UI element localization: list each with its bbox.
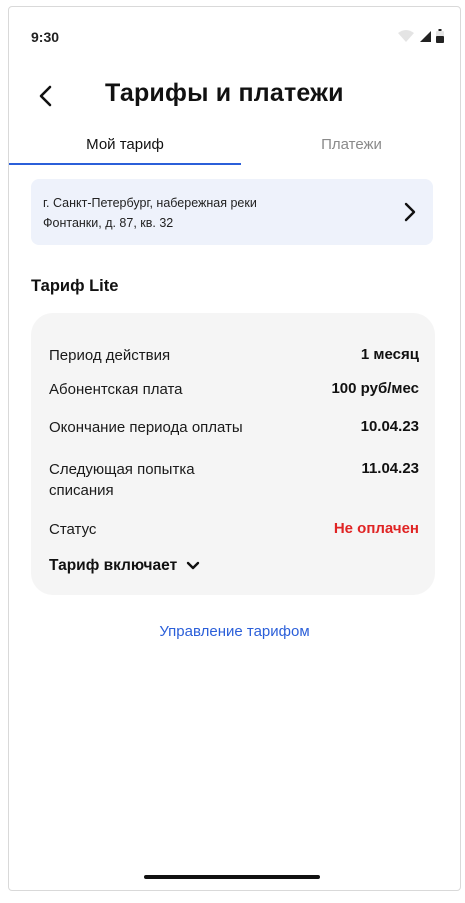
chevron-right-icon (404, 202, 416, 222)
active-tab-indicator (9, 163, 241, 165)
battery-icon (436, 29, 444, 43)
manage-tariff-link[interactable]: Управление тарифом (9, 623, 460, 640)
page-title: Тарифы и платежи (105, 79, 344, 107)
tariff-includes-toggle[interactable]: Тариф включает (49, 557, 201, 575)
row-value: 11.04.23 (361, 460, 419, 477)
row-label: Абонентская плата (49, 381, 183, 398)
header: Тарифы и платежи (9, 75, 460, 119)
row-label: Окончание периода оплаты (49, 419, 243, 436)
tariff-card: Период действия 1 месяц Абонентская плат… (31, 313, 435, 595)
chevron-down-icon (186, 561, 200, 570)
address-line-1: г. Санкт-Петербург, набережная реки (43, 196, 257, 210)
row-label: Период действия (49, 347, 171, 364)
row-label: Следующая попытка списания (49, 461, 195, 499)
chevron-left-icon (39, 85, 52, 107)
status-icons (397, 29, 444, 43)
address-line-2: Фонтанки, д. 87, кв. 32 (43, 216, 174, 230)
wifi-icon (398, 30, 414, 42)
row-label: Статус (49, 521, 97, 538)
row-value: 10.04.23 (360, 418, 419, 435)
row-value: 100 руб/мес (331, 380, 419, 397)
tab-my-tariff[interactable]: Мой тариф (9, 125, 241, 163)
tab-bar: Мой тариф Платежи (9, 125, 460, 165)
tab-payments[interactable]: Платежи (241, 125, 460, 163)
back-button[interactable] (31, 79, 61, 113)
row-value: 1 месяц (360, 346, 419, 363)
phone-screen: 9:30 Тарифы и платежи Мой тариф Платежи (8, 6, 461, 891)
address-text: г. Санкт-Петербург, набережная реки Фонт… (43, 193, 373, 233)
signal-icon (420, 30, 431, 42)
tariff-includes-label: Тариф включает (49, 557, 178, 574)
status-time: 9:30 (31, 29, 60, 45)
home-indicator (144, 875, 320, 879)
status-badge: Не оплачен (333, 520, 419, 537)
status-bar: 9:30 (9, 7, 460, 57)
address-card[interactable]: г. Санкт-Петербург, набережная реки Фонт… (31, 179, 433, 245)
tariff-title: Тариф Lite (31, 277, 119, 295)
